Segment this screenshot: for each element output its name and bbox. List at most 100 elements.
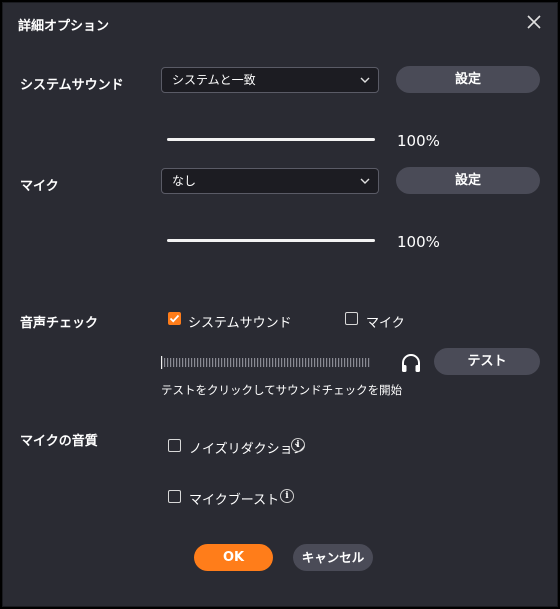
system-sound-settings-button[interactable]: 設定 xyxy=(396,66,540,93)
meter-tick xyxy=(173,358,175,367)
check-icon xyxy=(169,314,180,323)
mic-settings-button[interactable]: 設定 xyxy=(396,167,540,194)
meter-tick xyxy=(260,358,262,367)
meter-tick xyxy=(233,358,235,367)
meter-tick xyxy=(308,358,310,367)
mic-label: マイク xyxy=(20,179,59,194)
headphones-icon xyxy=(402,354,420,372)
meter-tick xyxy=(224,358,226,367)
meter-tick xyxy=(164,358,166,367)
dialog-title: 詳細オプション xyxy=(18,19,110,34)
meter-tick xyxy=(254,358,256,367)
meter-tick xyxy=(305,358,307,367)
meter-tick xyxy=(365,358,367,367)
meter-tick xyxy=(215,358,217,367)
advanced-options-dialog: 詳細オプション システムサウンド システムと一致 設定 100% マイク なし … xyxy=(2,2,558,607)
meter-tick xyxy=(344,358,346,367)
meter-tick xyxy=(269,358,271,367)
meter-tick xyxy=(239,358,241,367)
meter-tick xyxy=(296,358,298,367)
meter-tick xyxy=(314,358,316,367)
meter-tick xyxy=(263,358,265,367)
test-button[interactable]: テスト xyxy=(434,348,540,375)
meter-tick xyxy=(188,358,190,367)
meter-tick xyxy=(209,358,211,367)
meter-tick xyxy=(203,358,205,367)
meter-tick xyxy=(248,358,250,367)
chevron-down-icon xyxy=(360,178,370,184)
noise-reduction-checkbox[interactable] xyxy=(168,439,181,452)
meter-tick xyxy=(230,358,232,367)
mic-checkbox-label: マイク xyxy=(366,316,405,331)
meter-tick xyxy=(362,358,364,367)
meter-tick xyxy=(191,358,193,367)
meter-tick xyxy=(326,358,328,367)
audio-check-hint: テストをクリックしてサウンドチェックを開始 xyxy=(161,383,403,397)
meter-tick xyxy=(176,358,178,367)
meter-tick xyxy=(185,358,187,367)
system-sound-label: システムサウンド xyxy=(20,78,124,93)
mic-select-value: なし xyxy=(172,174,197,188)
cancel-button[interactable]: キャンセル xyxy=(293,544,373,571)
audio-check-label: 音声チェック xyxy=(20,316,99,331)
meter-tick xyxy=(194,358,196,367)
system-sound-select-value: システムと一致 xyxy=(172,73,256,87)
meter-tick xyxy=(278,358,280,367)
meter-tick xyxy=(350,358,352,367)
meter-tick xyxy=(320,358,322,367)
meter-tick xyxy=(323,358,325,367)
info-icon[interactable]: i xyxy=(280,489,294,503)
meter-tick xyxy=(290,358,292,367)
meter-tick xyxy=(179,358,181,367)
meter-tick xyxy=(299,358,301,367)
meter-tick xyxy=(332,358,334,367)
meter-tick xyxy=(347,358,349,367)
meter-tick xyxy=(206,358,208,367)
meter-tick xyxy=(170,358,172,367)
mic-volume-slider[interactable] xyxy=(167,239,375,242)
system-sound-volume-slider[interactable] xyxy=(167,138,375,141)
meter-tick xyxy=(287,358,289,367)
meter-tick xyxy=(167,358,169,367)
ok-button[interactable]: OK xyxy=(194,544,273,571)
meter-tick xyxy=(218,358,220,367)
mic-volume-value: 100% xyxy=(397,233,440,251)
mic-boost-checkbox[interactable] xyxy=(168,490,181,503)
close-icon[interactable] xyxy=(525,13,543,31)
meter-tick xyxy=(212,358,214,367)
meter-tick xyxy=(257,358,259,367)
meter-tick xyxy=(302,358,304,367)
meter-tick xyxy=(353,358,355,367)
meter-tick xyxy=(275,358,277,367)
noise-reduction-label: ノイズリダクション xyxy=(189,442,306,457)
meter-tick xyxy=(284,358,286,367)
meter-tick xyxy=(317,358,319,367)
meter-tick xyxy=(161,356,163,369)
mic-checkbox[interactable] xyxy=(345,312,358,325)
info-icon[interactable]: i xyxy=(291,438,305,452)
meter-tick xyxy=(182,358,184,367)
meter-tick xyxy=(227,358,229,367)
meter-tick xyxy=(368,358,370,367)
system-sound-checkbox-label: システムサウンド xyxy=(188,316,292,331)
meter-tick xyxy=(359,358,361,367)
mic-boost-label: マイクブースト xyxy=(189,493,280,508)
meter-tick xyxy=(251,358,253,367)
meter-tick xyxy=(311,358,313,367)
meter-tick xyxy=(197,358,199,367)
meter-tick xyxy=(281,358,283,367)
meter-tick xyxy=(329,358,331,367)
audio-level-meter xyxy=(161,356,370,369)
mic-select[interactable]: なし xyxy=(161,168,379,194)
meter-tick xyxy=(335,358,337,367)
meter-tick xyxy=(242,358,244,367)
system-sound-checkbox[interactable] xyxy=(168,312,181,325)
meter-tick xyxy=(338,358,340,367)
meter-tick xyxy=(293,358,295,367)
mic-quality-label: マイクの音質 xyxy=(20,434,98,449)
meter-tick xyxy=(272,358,274,367)
meter-tick xyxy=(341,358,343,367)
system-sound-select[interactable]: システムと一致 xyxy=(161,67,379,93)
meter-tick xyxy=(200,358,202,367)
meter-tick xyxy=(221,358,223,367)
